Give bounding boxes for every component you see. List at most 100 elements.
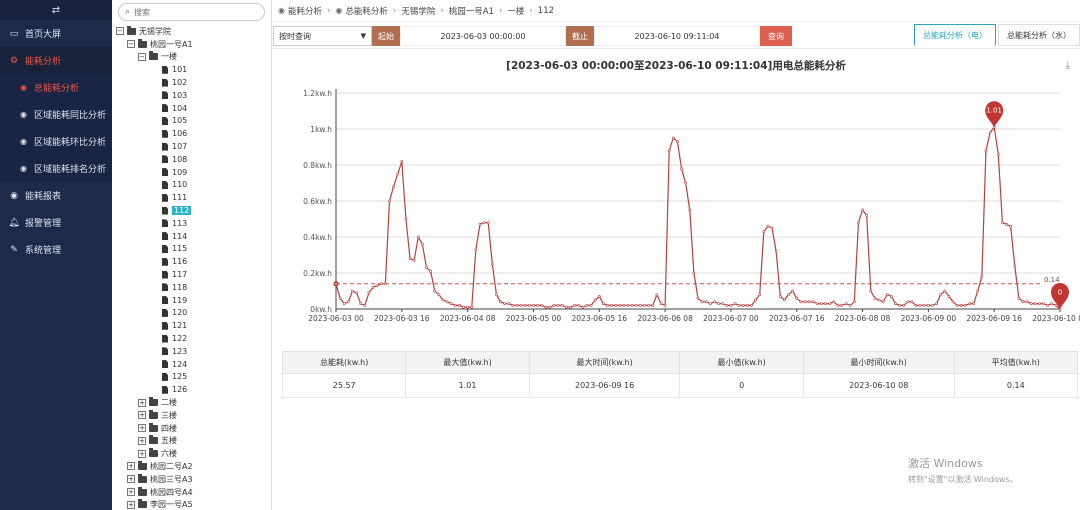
data-point <box>988 131 992 135</box>
breadcrumb-item[interactable]: 总能耗分析 <box>345 5 388 17</box>
tree-node-room[interactable]: 125 <box>112 371 271 384</box>
x-tick-label: 2023-06-03 00 <box>308 314 364 323</box>
data-point <box>490 262 494 266</box>
tree-node-floor[interactable]: + 五楼 <box>112 435 271 448</box>
tab-water[interactable]: 总能耗分析（水） <box>998 24 1080 46</box>
expand-icon[interactable]: + <box>127 475 135 484</box>
data-point <box>745 303 749 307</box>
series-points <box>334 125 1062 311</box>
nav-toggle-button[interactable]: ⇄ <box>0 0 112 20</box>
tree-node-room[interactable]: 107 <box>112 140 271 153</box>
data-point <box>894 302 897 306</box>
expand-icon[interactable]: + <box>127 462 135 471</box>
tree-node-room[interactable]: 115 <box>112 243 271 256</box>
collapse-icon[interactable]: − <box>138 52 146 61</box>
data-point <box>416 235 420 239</box>
tree-node-label: 李园一号A5 <box>150 500 193 510</box>
data-point <box>503 302 507 306</box>
breadcrumb-item[interactable]: 一楼 <box>507 5 524 17</box>
tree-node-room[interactable]: 122 <box>112 332 271 345</box>
tree-node-floor[interactable]: + 二楼 <box>112 396 271 409</box>
breadcrumb-item[interactable]: 无锡学院 <box>401 5 435 17</box>
data-point <box>791 289 795 293</box>
expand-icon[interactable]: + <box>138 424 146 433</box>
expand-icon[interactable]: + <box>138 436 146 445</box>
tree-node-room[interactable]: 103 <box>112 89 271 102</box>
tree-node-room[interactable]: 124 <box>112 358 271 371</box>
tree-node-room[interactable]: 112 <box>112 204 271 217</box>
nav-sub-total-energy[interactable]: ◉ 总能耗分析 <box>0 74 112 101</box>
file-icon <box>162 308 168 317</box>
nav-item-reports[interactable]: ◉ 能耗报表 <box>0 182 112 209</box>
nav-item-energy-analysis[interactable]: ⚙ 能耗分析 <box>0 47 112 74</box>
collapse-icon[interactable]: − <box>127 40 135 49</box>
tree-node-label: 115 <box>172 244 188 254</box>
tree-node-room[interactable]: 121 <box>112 319 271 332</box>
data-point <box>523 303 527 307</box>
expand-icon[interactable]: + <box>138 449 146 458</box>
tree-node-floor[interactable]: + 四楼 <box>112 422 271 435</box>
tree-node-room[interactable]: 106 <box>112 127 271 140</box>
data-point <box>708 302 712 306</box>
tree-node-room[interactable]: 105 <box>112 115 271 128</box>
tree-node-room[interactable]: 111 <box>112 191 271 204</box>
file-icon <box>162 129 168 138</box>
expand-icon[interactable]: + <box>127 500 135 509</box>
tree-node-room[interactable]: 109 <box>112 166 271 179</box>
folder-icon <box>138 499 147 509</box>
nav-item-home[interactable]: ▭ 首页大屏 <box>0 20 112 47</box>
stats-header: 最小值(kw.h) <box>679 351 804 374</box>
tree-node-campus[interactable]: − 桃园一号A1 <box>112 38 271 51</box>
data-point <box>630 303 634 307</box>
tree-node-building[interactable]: + 桃园二号A2 <box>112 460 271 473</box>
nav-sub-ranking[interactable]: ◉ 区域能耗排名分析 <box>0 155 112 182</box>
collapse-icon[interactable]: − <box>116 27 124 36</box>
expand-icon[interactable]: + <box>127 488 135 497</box>
tree-node-building[interactable]: + 桃园三号A3 <box>112 473 271 486</box>
tree-node-room[interactable]: 126 <box>112 383 271 396</box>
tree-node-room[interactable]: 102 <box>112 76 271 89</box>
tree-node-room[interactable]: 117 <box>112 268 271 281</box>
tree-node-floor1[interactable]: − 一楼 <box>112 51 271 64</box>
tree-node-room[interactable]: 119 <box>112 294 271 307</box>
query-mode-select[interactable]: 按时查询 ▼ <box>273 26 372 46</box>
nav-item-system[interactable]: ✎ 系统管理 <box>0 236 112 263</box>
nav-sub-mom[interactable]: ◉ 区域能耗环比分析 <box>0 128 112 155</box>
breadcrumb-item[interactable]: 桃园一号A1 <box>449 5 494 17</box>
tree-search-input[interactable] <box>134 7 255 17</box>
data-point <box>552 303 556 307</box>
tree-node-room[interactable]: 104 <box>112 102 271 115</box>
tree-node-floor[interactable]: + 三楼 <box>112 409 271 422</box>
tab-electricity[interactable]: 总能耗分析（电） <box>914 24 996 46</box>
breadcrumb-item[interactable]: 112 <box>538 6 554 16</box>
tree-node-room[interactable]: 118 <box>112 281 271 294</box>
tree-node-building[interactable]: + 桃园四号A4 <box>112 486 271 499</box>
pin-icon: ◉ <box>278 6 285 15</box>
data-point <box>445 300 449 304</box>
query-button[interactable]: 查询 <box>760 26 792 46</box>
tree-node-room[interactable]: 113 <box>112 217 271 230</box>
start-date-input[interactable]: 2023-06-03 00:00:00 <box>400 26 566 46</box>
tree-node-label: 110 <box>172 180 188 190</box>
tree-node-room[interactable]: 110 <box>112 179 271 192</box>
nav-item-alarms[interactable]: 🔔︎ 报警管理 <box>0 209 112 236</box>
data-point <box>499 300 502 304</box>
tree-node-building[interactable]: + 李园一号A5 <box>112 498 271 510</box>
expand-icon[interactable]: + <box>138 398 146 407</box>
end-date-input[interactable]: 2023-06-10 09:11:04 <box>594 26 760 46</box>
expand-icon[interactable]: + <box>138 411 146 420</box>
nav-sub-yoy[interactable]: ◉ 区域能耗同比分析 <box>0 101 112 128</box>
tree-node-room[interactable]: 101 <box>112 63 271 76</box>
tree-node-root[interactable]: − 无锡学院 <box>112 25 271 38</box>
breadcrumb-item[interactable]: 能耗分析 <box>288 5 322 17</box>
tree-node-room[interactable]: 114 <box>112 230 271 243</box>
data-point <box>1042 302 1045 306</box>
tree-node-room[interactable]: 108 <box>112 153 271 166</box>
tree-node-floor[interactable]: + 六楼 <box>112 447 271 460</box>
tree-node-room[interactable]: 116 <box>112 255 271 268</box>
file-icon <box>162 142 168 151</box>
data-point <box>429 269 433 273</box>
tree-node-room[interactable]: 123 <box>112 345 271 358</box>
download-icon[interactable]: ⤓ <box>1066 60 1070 71</box>
tree-node-room[interactable]: 120 <box>112 307 271 320</box>
